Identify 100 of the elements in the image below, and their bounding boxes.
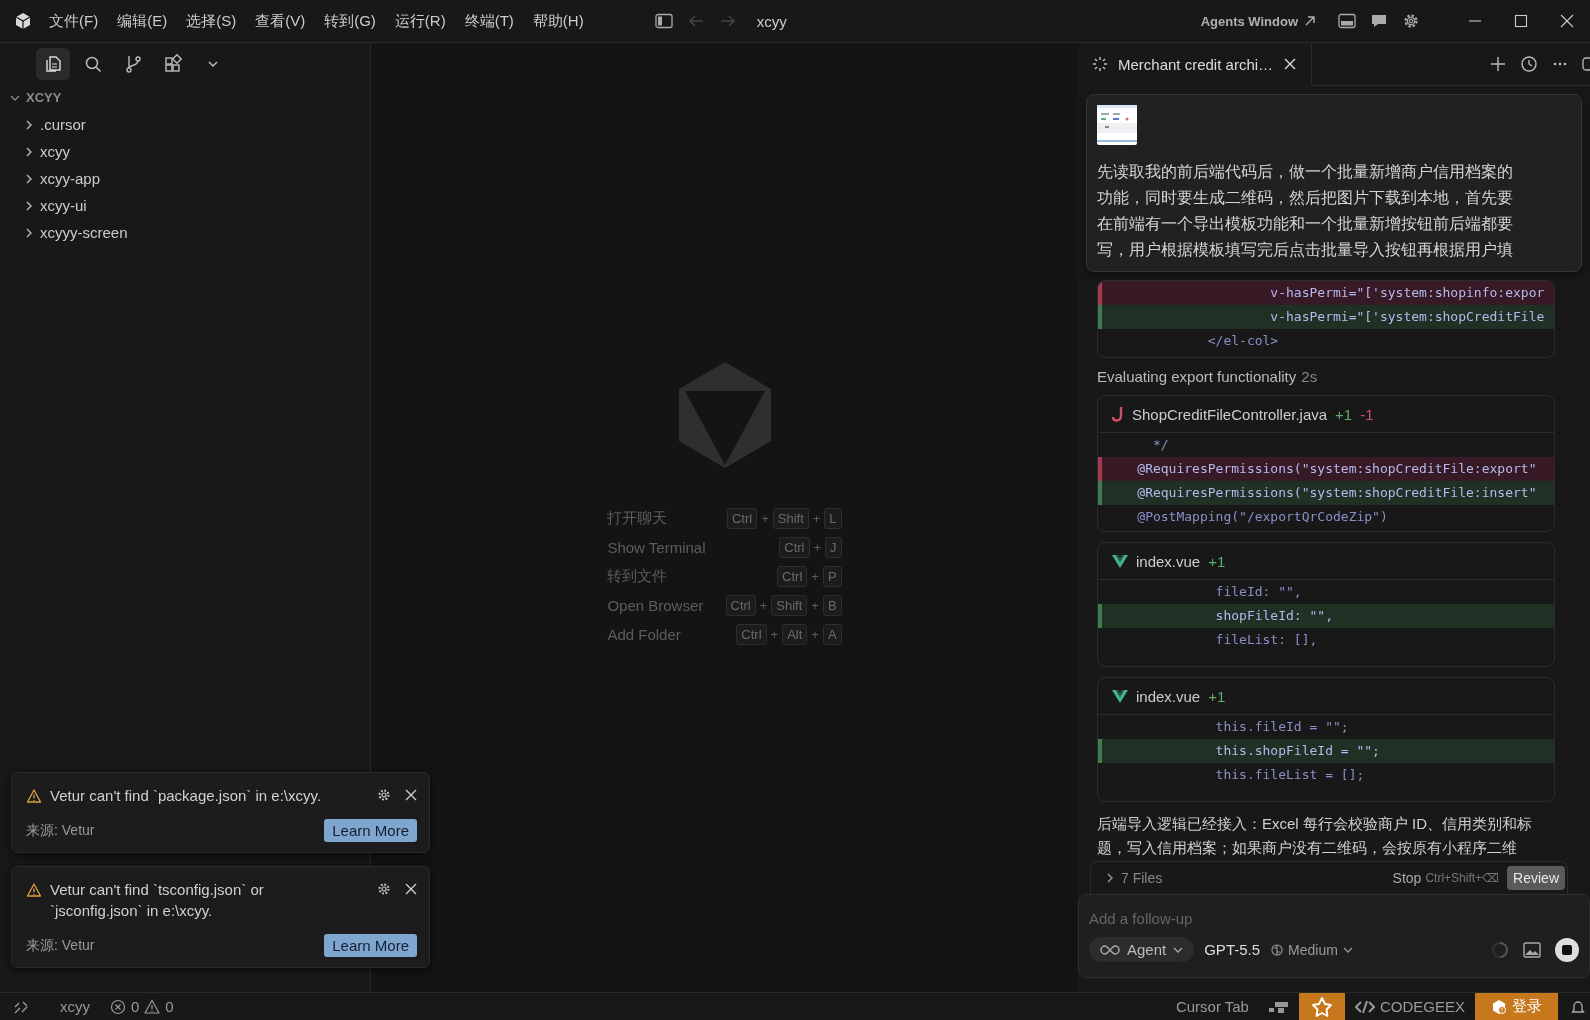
settings-icon[interactable]: [377, 882, 391, 896]
vue-file-icon: [1112, 689, 1128, 703]
plus-sign: +: [811, 598, 819, 613]
code-line: </el-col>: [1206, 332, 1280, 350]
code-line: fileList: [],: [1214, 631, 1319, 649]
shortcut-label: Open Browser: [607, 597, 705, 614]
shortcut-label: Show Terminal: [607, 539, 706, 556]
close-icon[interactable]: [405, 789, 417, 801]
code-line: fileId: "",: [1214, 583, 1303, 601]
status-text: Evaluating export functionality: [1097, 368, 1297, 385]
code-line: */: [1151, 436, 1170, 454]
code-brackets-icon: [1354, 999, 1375, 1014]
sidebar-toggle-icon[interactable]: [654, 13, 673, 29]
error-icon: [110, 998, 126, 1015]
key-cap: J: [825, 537, 842, 558]
elapsed-time: 2s: [1301, 368, 1318, 385]
plus-sign: +: [761, 511, 769, 526]
remote-icon: [14, 999, 28, 1014]
tree-item[interactable]: xcyy-app: [0, 165, 370, 192]
shortcut-label: Add Folder: [607, 626, 682, 643]
tree-item[interactable]: .cursor: [0, 111, 370, 138]
warning-icon: [26, 882, 42, 898]
blocks-icon: [1268, 999, 1289, 1014]
code-line: @PostMapping("/exportQrCodeZip"): [1136, 508, 1389, 526]
code-line: this.fileId = "";: [1214, 718, 1350, 736]
stop-button[interactable]: Stop: [1388, 870, 1426, 886]
warning-icon: [144, 998, 161, 1015]
close-icon[interactable]: [405, 883, 417, 895]
settings-icon[interactable]: [1402, 12, 1420, 30]
tree-item[interactable]: xcyyy-screen: [0, 219, 370, 246]
notification-message: Vetur can't find `package.json` in e:\xcyy.: [50, 786, 323, 806]
shortcut-hint: Ctrl+Shift+⌫: [1425, 871, 1500, 885]
agents-window-button[interactable]: Agents Window: [1194, 12, 1322, 30]
notification-source: 来源: Vetur: [26, 936, 95, 955]
java-file-icon: [1112, 406, 1124, 422]
plus-sign: +: [759, 598, 768, 613]
key-cap: Ctrl: [777, 566, 808, 587]
menu-item[interactable]: 帮助(H): [524, 7, 592, 35]
model-selector[interactable]: GPT-5.5: [1204, 941, 1261, 958]
chat-tab[interactable]: Merchant credit archi…: [1078, 43, 1313, 86]
added-count: +1: [1335, 405, 1353, 423]
shortcut-label: 转到文件: [607, 567, 669, 586]
key-cap: Shift: [771, 595, 808, 616]
key-cap: L: [824, 508, 842, 529]
history-icon[interactable]: [1520, 55, 1538, 73]
settings-icon[interactable]: [377, 788, 391, 802]
key-cap: Alt: [782, 624, 808, 645]
plus-sign: +: [811, 569, 819, 584]
menu-item[interactable]: 文件(F): [41, 7, 107, 35]
extensions-icon: [162, 54, 183, 74]
key-cap: Shift: [772, 508, 809, 529]
bell-icon: [1570, 998, 1586, 1015]
agent-mode-dropdown[interactable]: Agent: [1089, 937, 1195, 962]
follow-up-field[interactable]: Add a follow-up Agent GPT-5.5 Medium: [1078, 894, 1590, 978]
warning-icon: [26, 788, 42, 804]
star-logo-icon: [1310, 996, 1333, 1017]
image-icon[interactable]: [1523, 941, 1541, 958]
plus-sign: +: [812, 511, 821, 526]
cursor-tab-item[interactable]: Cursor Tab: [1165, 993, 1259, 1020]
notification-message: Vetur can't find `tsconfig.json` or `jsconfig.json` in e:\xcyy.: [50, 880, 265, 921]
infinity-icon: [1099, 943, 1121, 956]
plus-icon[interactable]: [1490, 56, 1506, 72]
reply-text: 后端导入逻辑已经接入：Excel 每行会校验商户 ID、信用类别和标题，写入信用档案；如果商户没有二维码，会按原有小程序二维: [1097, 814, 1533, 858]
files-view-button[interactable]: [35, 48, 70, 80]
problems-item[interactable]: 0 0: [100, 993, 184, 1020]
key-cap: P: [822, 566, 842, 587]
codegeex-item[interactable]: CODEGEEX: [1344, 993, 1475, 1020]
menu-item[interactable]: 选择(S): [178, 7, 245, 35]
loading-spinner-icon: [1491, 940, 1509, 959]
menu-item[interactable]: 编辑(E): [109, 7, 176, 35]
key-cap: A: [822, 624, 842, 645]
close-icon[interactable]: [1283, 57, 1298, 71]
menu-item[interactable]: 运行(R): [386, 7, 454, 35]
workspace-item[interactable]: xcyy: [50, 993, 100, 1020]
learn-more-button[interactable]: Learn More: [324, 819, 417, 842]
notification-source: 来源: Vetur: [26, 821, 95, 840]
menu-item[interactable]: 终端(T): [456, 7, 522, 35]
review-button[interactable]: Review: [1507, 866, 1565, 890]
effort-dropdown[interactable]: Medium: [1270, 941, 1354, 958]
tree-item[interactable]: xcyy-ui: [0, 192, 370, 219]
file-name[interactable]: ShopCreditFileController.java: [1132, 405, 1328, 423]
added-count: +1: [1208, 687, 1226, 705]
tree-item[interactable]: XCYY: [0, 84, 370, 111]
stop-square-icon: [1561, 943, 1573, 956]
panel-layout-icon[interactable]: [1338, 13, 1356, 29]
file-name[interactable]: index.vue: [1136, 552, 1201, 570]
menu-item[interactable]: 转到(G): [316, 7, 384, 35]
stop-generation-button[interactable]: [1555, 937, 1579, 962]
key-cap: Ctrl: [726, 508, 758, 529]
file-name[interactable]: index.vue: [1136, 687, 1201, 705]
added-count: +1: [1208, 552, 1226, 570]
extension-item[interactable]: [1298, 993, 1345, 1020]
learn-more-button[interactable]: Learn More: [324, 934, 417, 957]
cube-alert-icon: [1491, 998, 1507, 1015]
files-toggle[interactable]: 7 Files: [1103, 870, 1163, 886]
message-text: 先读取我的前后端代码后，做一个批量新增商户信用档案的功能，同时要生成二维码，然后把图片下载到本地，首先要在前端有一个导出模板功能和一个批量新增按钮前后端都要写，用户根据模板填写完后点击批量导入按钮再根据用户填: [1097, 162, 1514, 260]
menu-item[interactable]: 查看(V): [247, 7, 314, 35]
window-title: xcyy: [756, 12, 787, 30]
chat-bubble-icon[interactable]: [1370, 13, 1388, 29]
tree-item[interactable]: xcyy: [0, 138, 370, 165]
